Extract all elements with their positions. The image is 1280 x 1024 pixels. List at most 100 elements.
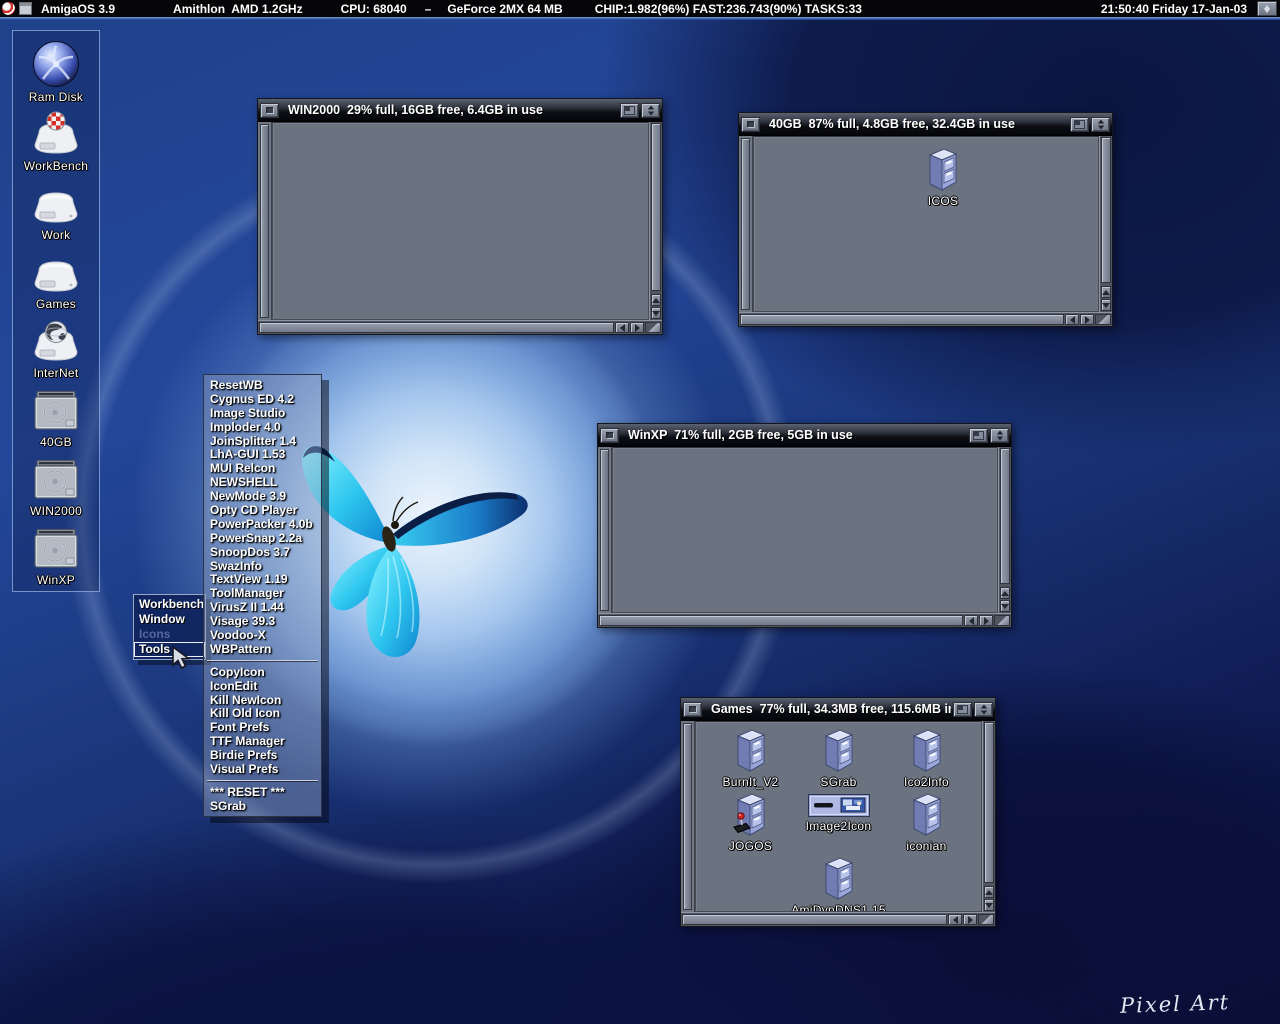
- scroll-left-button[interactable]: [1065, 314, 1079, 325]
- menu-item-mui-relcon[interactable]: MUI Relcon: [204, 461, 321, 475]
- vertical-scrollbar[interactable]: [1099, 136, 1112, 312]
- menu-item-newshell[interactable]: NEWSHELL: [204, 475, 321, 489]
- horizontal-scrollbar[interactable]: [259, 322, 614, 333]
- close-gadget[interactable]: [600, 428, 619, 443]
- close-gadget[interactable]: [260, 103, 279, 118]
- menu-item-swazinfo[interactable]: SwazInfo: [204, 559, 321, 573]
- icon-win2000[interactable]: WIN2000: [13, 449, 99, 518]
- menu-item-ttf-manager[interactable]: TTF Manager: [204, 734, 321, 748]
- zoom-gadget[interactable]: [1070, 117, 1089, 132]
- vertical-scrollbar[interactable]: [649, 122, 662, 320]
- screen-depth-gadget[interactable]: [1257, 1, 1277, 16]
- icon-work[interactable]: Work: [13, 173, 99, 242]
- scroll-left-button[interactable]: [615, 322, 629, 333]
- close-gadget[interactable]: [741, 117, 760, 132]
- icon-sgrab[interactable]: SGrab: [795, 728, 883, 792]
- icon-jogos[interactable]: JOGOS: [707, 792, 795, 856]
- menu-item-textview-1-19[interactable]: TextView 1.19: [204, 572, 321, 586]
- menu-item-resetwb[interactable]: ResetWB: [204, 378, 321, 392]
- scroll-right-button[interactable]: [1080, 314, 1094, 325]
- icon-games[interactable]: Games: [13, 242, 99, 311]
- menu-item-copyicon[interactable]: CopyIcon: [204, 665, 321, 679]
- vscroll-thumb[interactable]: [651, 123, 661, 291]
- resize-corner[interactable]: [994, 615, 1010, 626]
- zoom-gadget[interactable]: [620, 103, 639, 118]
- menu-workbench[interactable]: Workbench: [134, 597, 205, 612]
- horizontal-scrollbar[interactable]: [740, 314, 1064, 325]
- icon-burnit-v2[interactable]: BurnIt_V2: [707, 728, 795, 792]
- scroll-up-button[interactable]: [1101, 286, 1111, 298]
- menu-item-wbpattern[interactable]: WBPattern: [204, 642, 321, 656]
- menu-item-toolmanager[interactable]: ToolManager: [204, 586, 321, 600]
- zoom-gadget[interactable]: [953, 702, 972, 717]
- hscroll-thumb[interactable]: [259, 322, 614, 333]
- window-40gb[interactable]: 40GB 87% full, 4.8GB free, 32.4GB in use…: [738, 112, 1113, 327]
- scroll-left-button[interactable]: [964, 615, 978, 626]
- menu-item-kill-newicon[interactable]: Kill NewIcon: [204, 693, 321, 707]
- icon-internet[interactable]: InterNet: [13, 311, 99, 380]
- menu-item-kill-old-icon[interactable]: Kill Old Icon: [204, 706, 321, 720]
- resize-corner[interactable]: [978, 914, 994, 925]
- menu-item-joinsplitter-1-4[interactable]: JoinSplitter 1.4: [204, 434, 321, 448]
- depth-gadget[interactable]: [990, 428, 1009, 443]
- vertical-scrollbar[interactable]: [982, 721, 995, 912]
- close-gadget[interactable]: [683, 702, 702, 717]
- menu-item-opty-cd-player[interactable]: Opty CD Player: [204, 503, 321, 517]
- menu-item--reset-[interactable]: *** RESET ***: [204, 785, 321, 799]
- window-titlebar[interactable]: 40GB 87% full, 4.8GB free, 32.4GB in use: [739, 113, 1112, 136]
- scroll-up-button[interactable]: [651, 294, 661, 306]
- resize-corner[interactable]: [645, 322, 661, 333]
- menu-item-virusz-ii-1-44[interactable]: VirusZ II 1.44: [204, 600, 321, 614]
- depth-gadget[interactable]: [1091, 117, 1110, 132]
- hscroll-thumb[interactable]: [740, 314, 1064, 325]
- scroll-right-button[interactable]: [963, 914, 977, 925]
- menu-item-birdie-prefs[interactable]: Birdie Prefs: [204, 748, 321, 762]
- menu-icons[interactable]: Icons: [134, 627, 205, 642]
- menu-item-visual-prefs[interactable]: Visual Prefs: [204, 762, 321, 776]
- icon-ram-disk[interactable]: Ram Disk: [13, 35, 99, 104]
- menu-item-font-prefs[interactable]: Font Prefs: [204, 720, 321, 734]
- window-games[interactable]: Games 77% full, 34.3MB free, 115.6MB in …: [680, 697, 996, 927]
- menu-item-cygnus-ed-4-2[interactable]: Cygnus ED 4.2: [204, 392, 321, 406]
- icon-40gb[interactable]: 40GB: [13, 380, 99, 449]
- icon-iconian[interactable]: iconian: [883, 792, 971, 856]
- scroll-right-button[interactable]: [979, 615, 993, 626]
- scroll-right-button[interactable]: [630, 322, 644, 333]
- menu-item-visage-39-3[interactable]: Visage 39.3: [204, 614, 321, 628]
- window-titlebar[interactable]: WinXP 71% full, 2GB free, 5GB in use: [598, 424, 1011, 447]
- menu-item-sgrab[interactable]: SGrab: [204, 799, 321, 813]
- scroll-down-button[interactable]: [984, 899, 994, 911]
- vscroll-thumb[interactable]: [984, 722, 994, 883]
- icon-ico2info[interactable]: Ico2Info: [883, 728, 971, 792]
- scroll-down-button[interactable]: [651, 307, 661, 319]
- menu-item-newmode-3-9[interactable]: NewMode 3.9: [204, 489, 321, 503]
- menu-item-iconedit[interactable]: IconEdit: [204, 679, 321, 693]
- icon-winxp[interactable]: WinXP: [13, 518, 99, 587]
- window-win2000[interactable]: WIN2000 29% full, 16GB free, 6.4GB in us…: [257, 98, 663, 335]
- horizontal-scrollbar[interactable]: [599, 615, 963, 626]
- window-titlebar[interactable]: Games 77% full, 34.3MB free, 115.6MB in …: [681, 698, 995, 721]
- resize-corner[interactable]: [1095, 314, 1111, 325]
- window-winxp[interactable]: WinXP 71% full, 2GB free, 5GB in use: [597, 423, 1012, 628]
- menu-item-image-studio[interactable]: Image Studio: [204, 406, 321, 420]
- depth-gadget[interactable]: [641, 103, 660, 118]
- icon-amidyndns1-15[interactable]: AmiDynDNS1.15: [795, 856, 883, 912]
- scroll-down-button[interactable]: [1101, 299, 1111, 311]
- menu-item-powerpacker-4-0b[interactable]: PowerPacker 4.0b: [204, 517, 321, 531]
- icon-icos[interactable]: ICOS: [788, 147, 1098, 208]
- scroll-left-button[interactable]: [948, 914, 962, 925]
- icon-image2icon[interactable]: Image2Icon: [795, 792, 883, 856]
- vscroll-thumb[interactable]: [1101, 137, 1111, 283]
- menu-item-imploder-4-0[interactable]: Imploder 4.0: [204, 420, 321, 434]
- menu-item-powersnap-2-2a[interactable]: PowerSnap 2.2a: [204, 531, 321, 545]
- horizontal-scrollbar[interactable]: [682, 914, 947, 925]
- menu-item-lha-gui-1-53[interactable]: LhA-GUI 1.53: [204, 447, 321, 461]
- window-titlebar[interactable]: WIN2000 29% full, 16GB free, 6.4GB in us…: [258, 99, 662, 122]
- icon-workbench[interactable]: WorkBench: [13, 104, 99, 173]
- menu-item-snoopdos-3-7[interactable]: SnoopDos 3.7: [204, 545, 321, 559]
- zoom-gadget[interactable]: [969, 428, 988, 443]
- hscroll-thumb[interactable]: [599, 615, 963, 626]
- hscroll-thumb[interactable]: [682, 914, 947, 925]
- scroll-up-button[interactable]: [984, 886, 994, 898]
- scroll-down-button[interactable]: [1000, 600, 1010, 612]
